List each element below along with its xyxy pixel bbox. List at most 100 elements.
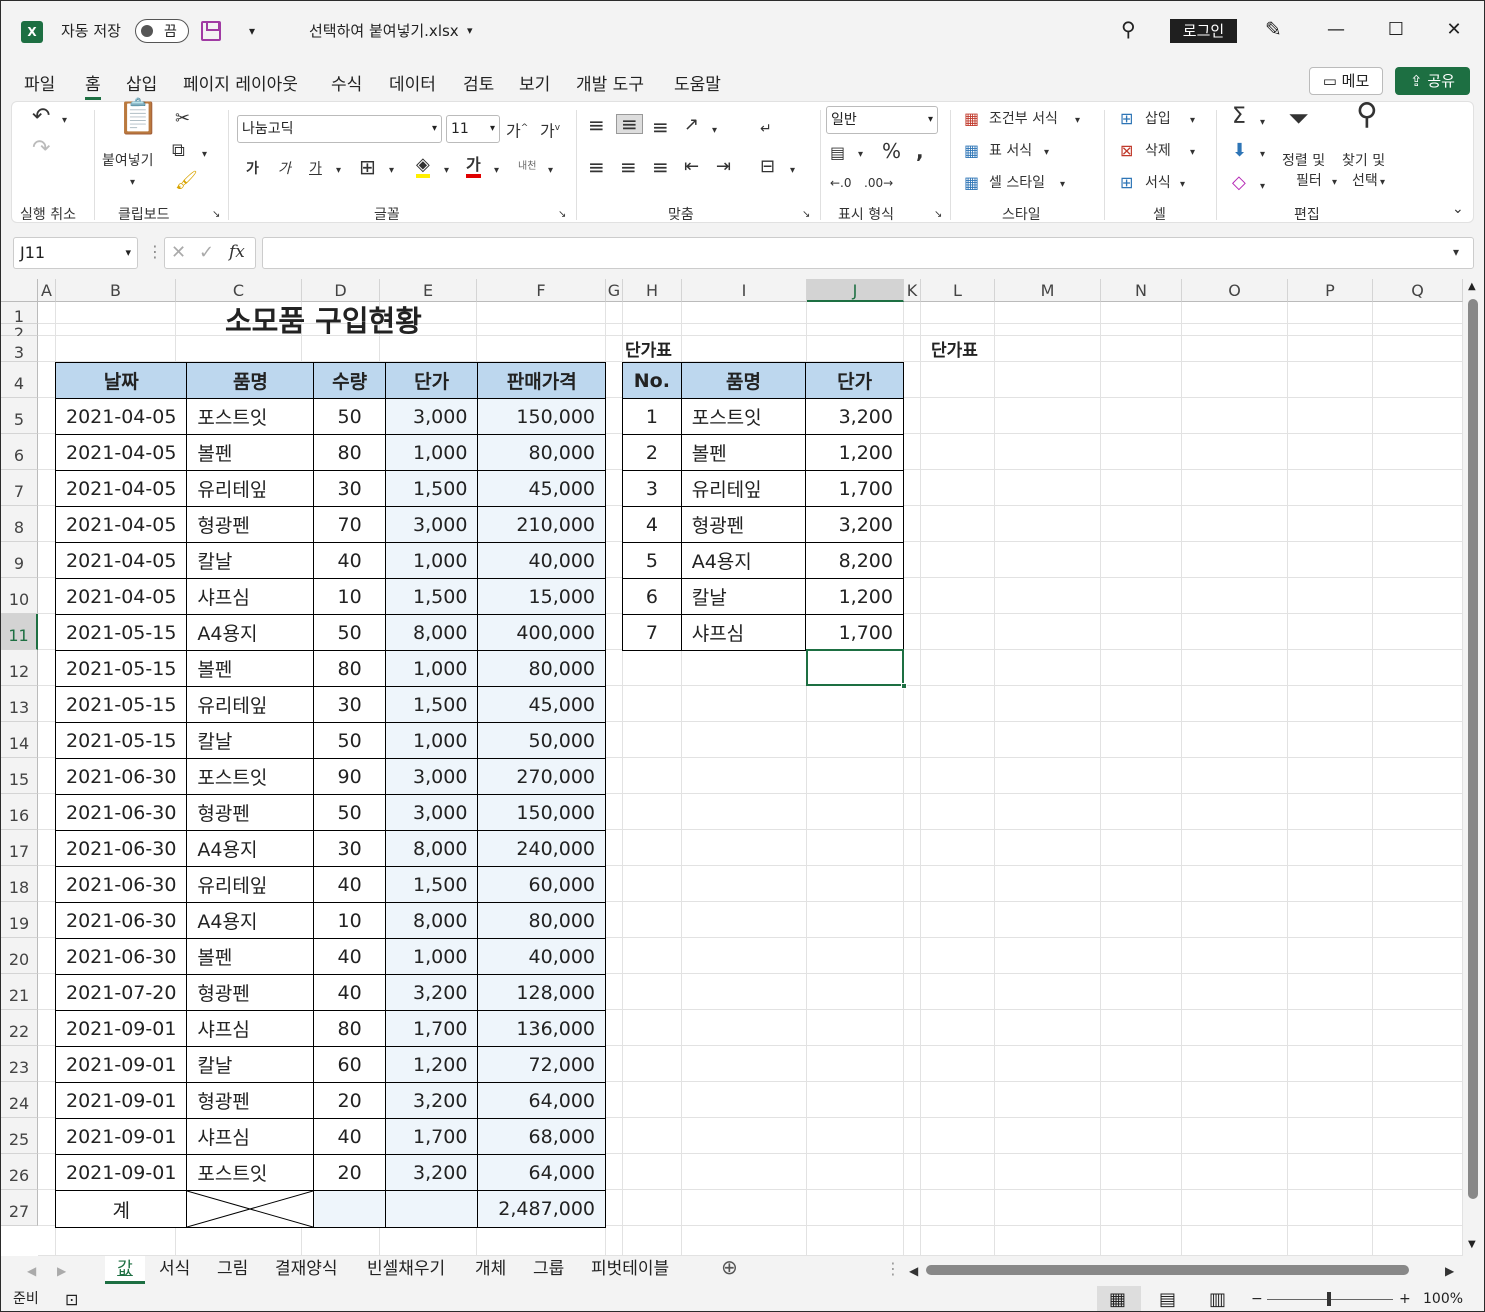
decrease-indent-icon[interactable]: ⇤ bbox=[684, 158, 699, 176]
scroll-up-icon[interactable]: ▲ bbox=[1468, 281, 1476, 292]
date-cell[interactable]: 2021-04-05 bbox=[54, 398, 188, 435]
unit-price-cell[interactable]: 1,500 bbox=[384, 470, 479, 507]
share-button[interactable]: ⇪ 공유 bbox=[1395, 67, 1470, 95]
column-header-q[interactable]: Q bbox=[1373, 279, 1463, 302]
item-cell[interactable]: 포스트잇 bbox=[186, 1154, 315, 1191]
column-header-o[interactable]: O bbox=[1182, 279, 1288, 302]
fill-color-icon[interactable]: ◈ bbox=[416, 156, 430, 178]
sheet-tab-group[interactable]: 그룹 bbox=[533, 1256, 564, 1284]
price-value-cell[interactable]: 8,200 bbox=[805, 542, 904, 579]
align-center-icon[interactable]: ≡ bbox=[620, 157, 637, 177]
qty-cell[interactable]: 10 bbox=[313, 902, 386, 939]
number-launcher-icon[interactable]: ↘ bbox=[934, 206, 942, 224]
select-all-corner[interactable] bbox=[1, 279, 38, 302]
qty-cell[interactable]: 20 bbox=[313, 1082, 386, 1119]
quick-access-dropdown-icon[interactable]: ▾ bbox=[249, 21, 255, 41]
date-cell[interactable]: 2021-04-05 bbox=[54, 506, 188, 543]
page-break-view-icon[interactable]: ▥ bbox=[1209, 1286, 1226, 1311]
unit-price-cell[interactable]: 1,000 bbox=[384, 650, 479, 687]
tab-developer[interactable]: 개발 도구 bbox=[576, 70, 644, 95]
row-header-15[interactable]: 15 bbox=[1, 758, 38, 794]
sheet-tab-picture[interactable]: 그림 bbox=[217, 1256, 248, 1284]
font-color-dropdown-icon[interactable]: ▾ bbox=[494, 162, 499, 180]
phonetic-icon[interactable]: 내천 bbox=[518, 158, 536, 176]
find-select-icon[interactable]: ⚲ bbox=[1356, 100, 1378, 130]
sale-price-cell[interactable]: 68,000 bbox=[477, 1118, 606, 1155]
decrease-font-icon[interactable]: 가v bbox=[540, 119, 560, 140]
sale-price-cell[interactable]: 72,000 bbox=[477, 1046, 606, 1083]
unit-price-cell[interactable]: 3,200 bbox=[384, 974, 479, 1011]
unit-price-cell[interactable]: 1,200 bbox=[384, 1046, 479, 1083]
item-cell[interactable]: 칼날 bbox=[186, 542, 315, 579]
date-cell[interactable]: 2021-05-15 bbox=[54, 686, 188, 723]
scroll-down-icon[interactable]: ▼ bbox=[1468, 1239, 1476, 1250]
header-qty[interactable]: 수량 bbox=[313, 362, 386, 399]
item-cell[interactable]: 칼날 bbox=[186, 722, 315, 759]
date-cell[interactable]: 2021-09-01 bbox=[54, 1010, 188, 1047]
unit-price-cell[interactable]: 1,000 bbox=[384, 722, 479, 759]
row-header-10[interactable]: 10 bbox=[1, 578, 38, 614]
file-name[interactable]: 선택하여 붙여넣기.xlsx bbox=[309, 21, 459, 41]
date-cell[interactable]: 2021-05-15 bbox=[54, 614, 188, 651]
hscroll-left-icon[interactable]: ◀ bbox=[909, 1262, 918, 1280]
close-icon[interactable]: ✕ bbox=[1439, 19, 1469, 40]
sheet-tab-values[interactable]: 값 bbox=[105, 1256, 145, 1284]
align-launcher-icon[interactable]: ↘ bbox=[802, 206, 810, 224]
item-cell[interactable]: 포스트잇 bbox=[186, 758, 315, 795]
decrease-decimal-icon[interactable]: .00→ bbox=[864, 174, 893, 192]
qty-cell[interactable]: 80 bbox=[313, 434, 386, 471]
item-cell[interactable]: 형광펜 bbox=[186, 506, 315, 543]
conditional-format-icon[interactable]: ▦ bbox=[964, 110, 979, 128]
total-item-crossed[interactable] bbox=[186, 1190, 315, 1228]
fill-dropdown-icon[interactable]: ▾ bbox=[1260, 146, 1265, 164]
tab-splitter-icon[interactable]: ⋮ bbox=[885, 1260, 901, 1278]
item-cell[interactable]: 샤프심 bbox=[186, 1118, 315, 1155]
qty-cell[interactable]: 30 bbox=[313, 686, 386, 723]
sale-price-cell[interactable]: 40,000 bbox=[477, 542, 606, 579]
qty-cell[interactable]: 50 bbox=[313, 398, 386, 435]
header-date[interactable]: 날짜 bbox=[54, 362, 188, 399]
delete-cells-button[interactable]: 삭제 bbox=[1145, 142, 1171, 160]
format-painter-icon[interactable]: 🖌 bbox=[175, 172, 198, 190]
save-icon[interactable] bbox=[201, 21, 221, 41]
pen-icon[interactable]: ✎ bbox=[1265, 19, 1282, 39]
row-header-20[interactable]: 20 bbox=[1, 938, 38, 974]
price-item-cell[interactable]: 유리테잎 bbox=[680, 470, 807, 507]
item-cell[interactable]: 볼펜 bbox=[186, 434, 315, 471]
header-sale-price[interactable]: 판매가격 bbox=[477, 362, 606, 399]
currency-icon[interactable]: ▤ bbox=[830, 144, 845, 162]
row-header-2[interactable]: 2 bbox=[1, 324, 38, 343]
sale-price-cell[interactable]: 64,000 bbox=[477, 1082, 606, 1119]
sheet-tab-approval[interactable]: 결재양식 bbox=[275, 1256, 338, 1284]
undo-icon[interactable]: ↶ bbox=[32, 106, 50, 128]
column-header-c[interactable]: C bbox=[176, 279, 302, 302]
find-select-label-2[interactable]: 선택 bbox=[1352, 172, 1378, 190]
unit-price-cell[interactable]: 1,700 bbox=[384, 1010, 479, 1047]
vertical-scroll-thumb[interactable] bbox=[1468, 299, 1478, 1199]
fill-icon[interactable]: ⬇ bbox=[1232, 142, 1247, 160]
sale-price-cell[interactable]: 45,000 bbox=[477, 686, 606, 723]
find-select-dropdown-icon[interactable]: ▾ bbox=[1380, 174, 1385, 192]
column-header-l[interactable]: L bbox=[921, 279, 995, 302]
column-header-f[interactable]: F bbox=[477, 279, 606, 302]
clear-icon[interactable]: ◇ bbox=[1232, 174, 1246, 192]
border-dropdown-icon[interactable]: ▾ bbox=[389, 162, 394, 180]
copy-dropdown-icon[interactable]: ▾ bbox=[202, 146, 207, 164]
unit-price-cell[interactable]: 3,200 bbox=[384, 1154, 479, 1191]
price-no-cell[interactable]: 7 bbox=[622, 614, 682, 651]
cancel-icon[interactable]: ✕ bbox=[171, 244, 186, 262]
row-header-19[interactable]: 19 bbox=[1, 902, 38, 938]
sale-price-cell[interactable]: 150,000 bbox=[477, 794, 606, 831]
row-header-18[interactable]: 18 bbox=[1, 866, 38, 902]
header-item[interactable]: 품명 bbox=[186, 362, 315, 399]
percent-icon[interactable]: % bbox=[882, 141, 901, 161]
item-cell[interactable]: 형광펜 bbox=[186, 794, 315, 831]
sort-filter-icon[interactable]: ⏷ bbox=[1288, 106, 1309, 132]
column-header-j[interactable]: J bbox=[807, 279, 904, 302]
qty-cell[interactable]: 40 bbox=[313, 1118, 386, 1155]
maximize-icon[interactable]: ☐ bbox=[1381, 19, 1411, 40]
qty-cell[interactable]: 60 bbox=[313, 1046, 386, 1083]
border-icon[interactable]: ⊞ bbox=[359, 157, 376, 177]
insert-cells-icon[interactable]: ⊞ bbox=[1120, 110, 1133, 128]
price-no-cell[interactable]: 6 bbox=[622, 578, 682, 615]
